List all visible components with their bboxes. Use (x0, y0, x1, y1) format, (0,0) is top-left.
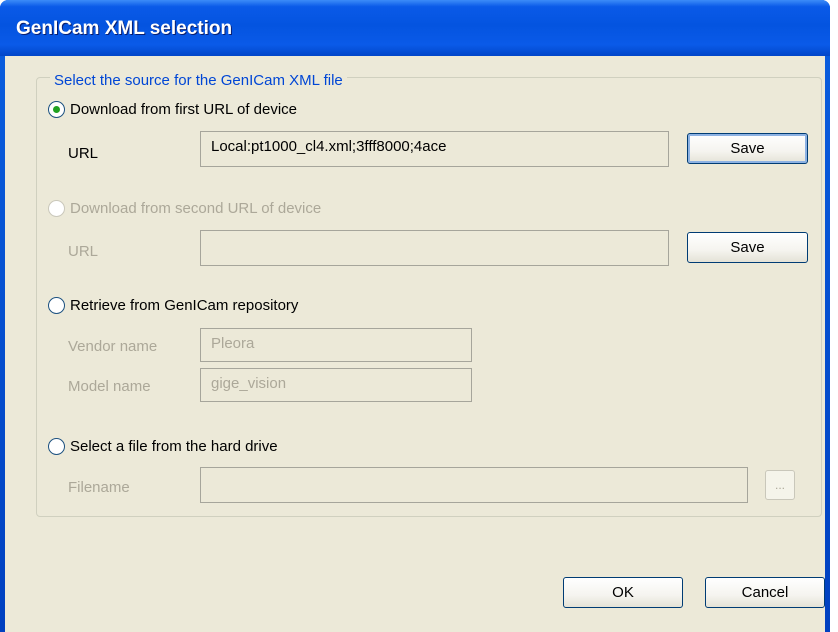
radio-first-url[interactable]: Download from first URL of device (48, 101, 297, 118)
filename-field[interactable] (200, 467, 748, 503)
cancel-button[interactable]: Cancel (705, 577, 825, 608)
filename-label: Filename (68, 479, 130, 496)
ok-button[interactable]: OK (563, 577, 683, 608)
radio-second-url-label: Download from second URL of device (70, 200, 322, 217)
radio-file[interactable]: Select a file from the hard drive (48, 438, 278, 455)
title-bar[interactable]: GenICam XML selection (0, 0, 830, 56)
radio-button-unchecked[interactable] (48, 297, 65, 314)
window-title: GenICam XML selection (16, 18, 233, 39)
second-url-label: URL (68, 243, 99, 260)
radio-button-checked[interactable] (48, 101, 65, 118)
first-url-save-button[interactable]: Save (687, 133, 808, 164)
model-name-field[interactable]: gige_vision (200, 368, 472, 402)
radio-button-disabled[interactable] (48, 200, 65, 217)
vendor-name-label: Vendor name (68, 338, 158, 355)
dialog-body: Select the source for the GenICam XML fi… (5, 56, 825, 632)
model-name-label: Model name (68, 378, 151, 395)
radio-repository[interactable]: Retrieve from GenICam repository (48, 297, 298, 314)
second-url-save-button[interactable]: Save (687, 232, 808, 263)
first-url-field[interactable]: Local:pt1000_cl4.xml;3fff8000;4ace (200, 131, 669, 167)
dialog-window: GenICam XML selection Select the source … (0, 0, 830, 632)
radio-repository-label: Retrieve from GenICam repository (70, 297, 299, 314)
groupbox-legend: Select the source for the GenICam XML fi… (50, 72, 347, 89)
first-url-label: URL (68, 145, 99, 162)
second-url-field[interactable] (200, 230, 669, 266)
vendor-name-field[interactable]: Pleora (200, 328, 472, 362)
radio-button-unchecked[interactable] (48, 438, 65, 455)
radio-second-url[interactable]: Download from second URL of device (48, 200, 321, 217)
browse-button[interactable]: ... (765, 470, 795, 500)
radio-file-label: Select a file from the hard drive (70, 438, 278, 455)
radio-first-url-label: Download from first URL of device (70, 101, 298, 118)
